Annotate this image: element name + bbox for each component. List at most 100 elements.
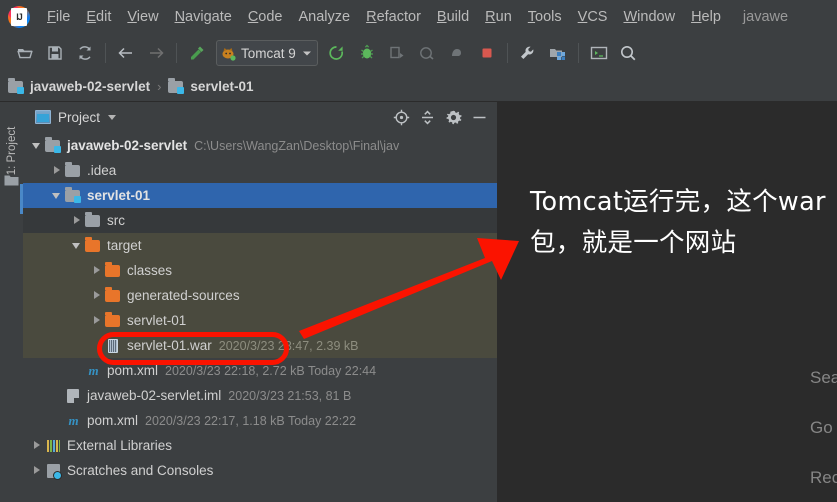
tree-row[interactable]: servlet-01 bbox=[23, 308, 497, 333]
tree-row[interactable]: javaweb-02-servlet C:\Users\WangZan\Desk… bbox=[23, 133, 497, 158]
project-tree[interactable]: javaweb-02-servlet C:\Users\WangZan\Desk… bbox=[23, 133, 497, 502]
menu-item-code[interactable]: Code bbox=[240, 6, 291, 28]
chevron-right-icon[interactable] bbox=[29, 458, 45, 483]
tree-node-label: servlet-01 bbox=[87, 188, 151, 203]
chevron-down-icon[interactable] bbox=[69, 233, 85, 258]
tree-node-label: target bbox=[107, 238, 142, 253]
profile-icon[interactable] bbox=[414, 40, 440, 66]
settings-wrench-icon[interactable] bbox=[515, 40, 541, 66]
navigate-back-icon[interactable] bbox=[113, 40, 139, 66]
chevron-right-icon[interactable] bbox=[89, 283, 105, 308]
menu-item-file[interactable]: File bbox=[39, 6, 78, 28]
project-view-icon bbox=[35, 110, 51, 124]
editor-area: Tomcat运行完，这个war包，就是一个网站 Search Everywher… bbox=[497, 102, 837, 502]
chevron-right-icon[interactable] bbox=[89, 258, 105, 283]
module-folder-icon bbox=[8, 78, 25, 95]
menu-item-window[interactable]: Window bbox=[615, 6, 683, 28]
tree-node-meta: 2020/3/23 22:18, 2.72 kB Today 22:44 bbox=[165, 363, 377, 378]
chevron-down-icon[interactable] bbox=[302, 44, 312, 62]
open-project-icon[interactable] bbox=[12, 40, 38, 66]
breadcrumb-item-module[interactable]: servlet-01 bbox=[168, 78, 254, 95]
menu-item-tools[interactable]: Tools bbox=[520, 6, 570, 28]
collapse-all-icon[interactable] bbox=[415, 105, 439, 129]
tree-node-label: classes bbox=[127, 263, 173, 278]
project-panel-actions bbox=[387, 105, 497, 129]
chevron-right-icon[interactable] bbox=[49, 158, 65, 183]
chevron-down-icon[interactable] bbox=[49, 183, 65, 208]
tree-row[interactable]: m pom.xml 2020/3/23 22:17, 1.18 kB Today… bbox=[23, 408, 497, 433]
editor-hint-search-everywhere: Search Everywhere bbox=[810, 368, 837, 387]
run-configuration-selector[interactable]: Tomcat 9 bbox=[216, 40, 318, 66]
maven-xml-icon: m bbox=[68, 412, 79, 428]
tree-row[interactable]: src bbox=[23, 208, 497, 233]
intellij-idea-logo-icon bbox=[8, 6, 30, 28]
orange-folder-icon bbox=[105, 312, 122, 329]
menu-item-refactor[interactable]: Refactor bbox=[358, 6, 429, 28]
tree-node-meta: 2020/3/23 21:53, 81 B bbox=[228, 388, 352, 403]
orange-folder-icon bbox=[105, 262, 122, 279]
tree-row[interactable]: classes bbox=[23, 258, 497, 283]
window-project-name: javawe bbox=[742, 9, 789, 25]
project-panel-header: Project bbox=[23, 102, 497, 132]
intellij-idea-window: File Edit View Navigate Code Analyze Ref… bbox=[0, 0, 837, 502]
debug-icon[interactable] bbox=[354, 40, 380, 66]
chevron-right-icon[interactable] bbox=[29, 433, 45, 458]
tree-node-label: servlet-01.war bbox=[127, 338, 212, 353]
module-folder-icon bbox=[45, 137, 62, 154]
tree-row[interactable]: m pom.xml 2020/3/23 22:18, 2.72 kB Today… bbox=[23, 358, 497, 383]
libraries-icon bbox=[45, 438, 62, 454]
breadcrumb-item-project[interactable]: javaweb-02-servlet bbox=[8, 78, 151, 95]
run-configuration-label: Tomcat 9 bbox=[241, 45, 296, 61]
navigate-forward-icon[interactable] bbox=[143, 40, 169, 66]
run-with-coverage-icon[interactable] bbox=[384, 40, 410, 66]
menu-item-view[interactable]: View bbox=[119, 6, 166, 28]
editor-hint-recent-files: Recent Files bbox=[810, 468, 837, 487]
tree-node-label: External Libraries bbox=[67, 438, 173, 453]
chevron-down-icon[interactable] bbox=[29, 133, 45, 158]
tree-node-meta: 2020/3/23 22:17, 1.18 kB Today 22:22 bbox=[145, 413, 357, 428]
iml-module-file-icon bbox=[65, 388, 82, 404]
menu-item-analyze[interactable]: Analyze bbox=[291, 6, 359, 28]
search-everywhere-icon[interactable] bbox=[616, 40, 642, 66]
tree-row[interactable]: javaweb-02-servlet.iml 2020/3/23 21:53, … bbox=[23, 383, 497, 408]
tree-row[interactable]: target bbox=[23, 233, 497, 258]
menu-item-run[interactable]: Run bbox=[477, 6, 520, 28]
attach-process-icon[interactable] bbox=[444, 40, 470, 66]
chevron-right-icon[interactable] bbox=[89, 308, 105, 333]
tree-row-war-file[interactable]: servlet-01.war 2020/3/23 23:47, 2.39 kB bbox=[23, 333, 497, 358]
sync-refresh-icon[interactable] bbox=[72, 40, 98, 66]
tree-row-external-libraries[interactable]: External Libraries bbox=[23, 433, 497, 458]
gray-folder-icon bbox=[65, 162, 82, 179]
editor-hint-go-to-file: Go to File bbox=[810, 418, 837, 437]
tree-node-meta: 2020/3/23 23:47, 2.39 kB bbox=[218, 338, 359, 353]
build-hammer-icon[interactable] bbox=[184, 40, 210, 66]
menu-item-help[interactable]: Help bbox=[683, 6, 729, 28]
breadcrumb-label: servlet-01 bbox=[190, 79, 254, 94]
tomcat-cat-icon bbox=[221, 46, 236, 61]
tree-row-scratches[interactable]: Scratches and Consoles bbox=[23, 458, 497, 483]
menu-item-build[interactable]: Build bbox=[429, 6, 477, 28]
save-all-icon[interactable] bbox=[42, 40, 68, 66]
breadcrumb-label: javaweb-02-servlet bbox=[30, 79, 151, 94]
select-opened-file-icon[interactable] bbox=[389, 105, 413, 129]
settings-gear-icon[interactable] bbox=[441, 105, 465, 129]
tree-node-path: C:\Users\WangZan\Desktop\Final\jav bbox=[194, 138, 400, 153]
hide-panel-icon[interactable] bbox=[467, 105, 491, 129]
project-folder-icon[interactable] bbox=[4, 174, 19, 187]
chevron-right-icon[interactable] bbox=[69, 208, 85, 233]
tree-row[interactable]: .idea bbox=[23, 158, 497, 183]
tree-row-selected[interactable]: servlet-01 bbox=[23, 183, 497, 208]
stop-icon[interactable] bbox=[474, 40, 500, 66]
menu-item-edit[interactable]: Edit bbox=[78, 6, 119, 28]
tree-row[interactable]: generated-sources bbox=[23, 283, 497, 308]
run-icon[interactable] bbox=[324, 40, 350, 66]
tree-node-label: src bbox=[107, 213, 125, 228]
terminal-icon[interactable] bbox=[586, 40, 612, 66]
orange-folder-icon bbox=[105, 287, 122, 304]
menu-item-navigate[interactable]: Navigate bbox=[167, 6, 240, 28]
war-archive-icon bbox=[105, 338, 122, 354]
chevron-down-icon[interactable] bbox=[108, 114, 117, 120]
menu-item-vcs[interactable]: VCS bbox=[570, 6, 616, 28]
project-structure-icon[interactable] bbox=[545, 40, 571, 66]
